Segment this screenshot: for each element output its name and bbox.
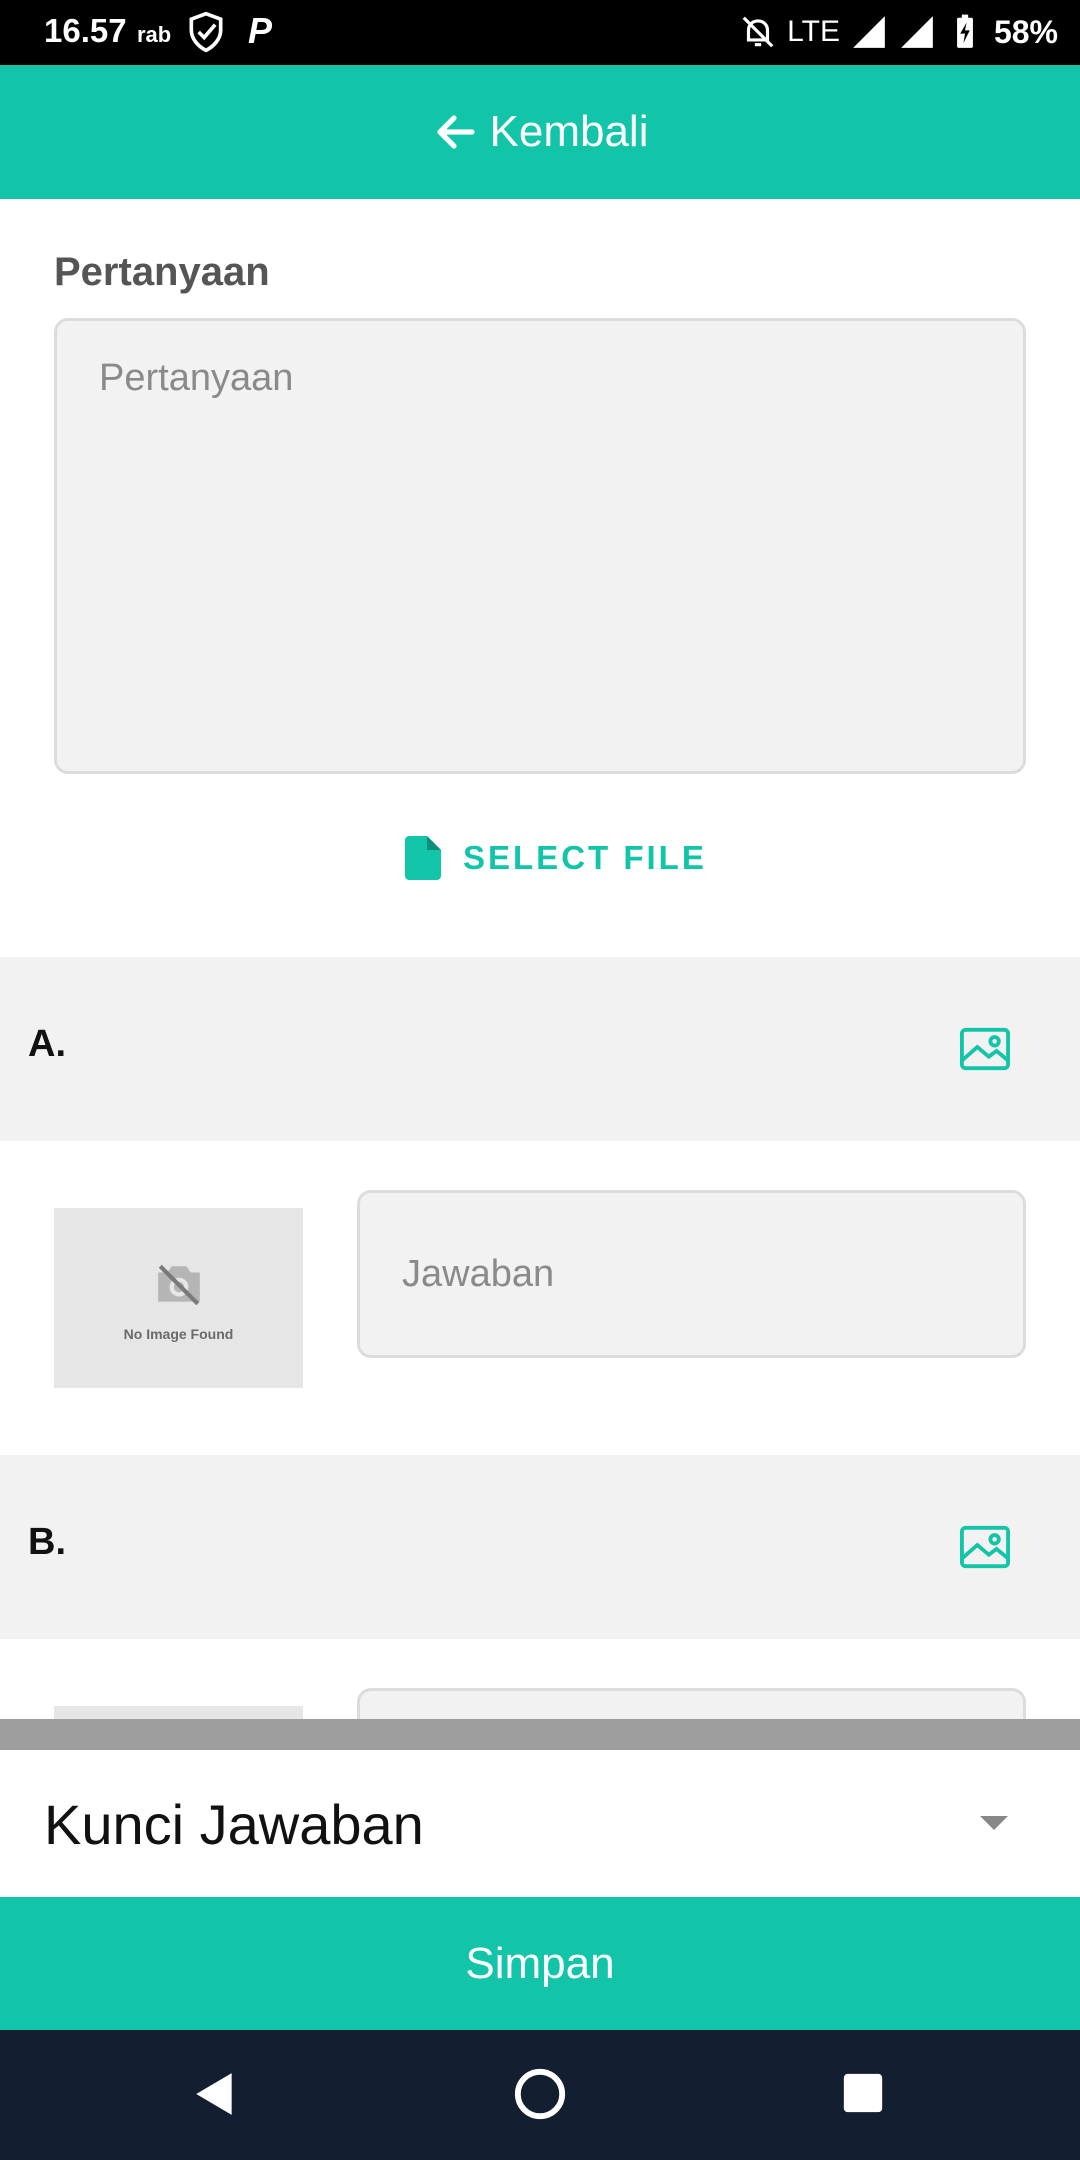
answer-key-label: Kunci Jawaban (44, 1793, 424, 1856)
question-input[interactable] (54, 318, 1026, 774)
signal-icon-2 (901, 16, 933, 48)
carrier-p-icon: P (248, 10, 273, 51)
system-nav-bar (0, 2030, 1080, 2160)
signal-icon (853, 16, 885, 48)
nav-back-icon[interactable] (190, 2068, 240, 2120)
image-icon[interactable] (960, 1525, 1010, 1569)
arrow-left-icon (436, 115, 475, 149)
option-b-header: B. (0, 1455, 1080, 1639)
option-a-thumbnail: No Image Found (54, 1208, 303, 1388)
status-bar: 16.57 rab P LTE 58% (0, 0, 1080, 65)
network-type: LTE (787, 15, 840, 48)
file-icon (405, 836, 441, 880)
status-time: 16.57 (44, 12, 127, 49)
answer-input[interactable] (357, 1190, 1026, 1358)
shield-check-icon (189, 11, 223, 53)
nav-recent-icon[interactable] (840, 2070, 886, 2116)
select-file-label: SELECT FILE (463, 839, 707, 876)
back-button[interactable]: Kembali (0, 65, 1080, 199)
option-b-thumbnail (54, 1706, 303, 1719)
option-letter: A. (28, 1023, 66, 1065)
answer-key-dropdown[interactable]: Kunci Jawaban (0, 1750, 1080, 1897)
back-label: Kembali (489, 107, 649, 156)
image-icon[interactable] (960, 1027, 1010, 1071)
no-image-text: No Image Found (123, 1326, 234, 1342)
option-a-header: A. (0, 957, 1080, 1141)
no-camera-icon (158, 1264, 200, 1306)
caret-down-icon (980, 1816, 1008, 1830)
nav-home-icon[interactable] (512, 2066, 568, 2122)
select-file-button[interactable]: SELECT FILE (405, 836, 707, 880)
bottom-divider (0, 1719, 1080, 1750)
option-letter: B. (28, 1521, 66, 1563)
status-day: rab (137, 22, 172, 47)
battery-charging-icon (957, 14, 973, 48)
save-button[interactable]: Simpan (0, 1897, 1080, 2030)
status-right-group: LTE 58% (739, 10, 1058, 54)
question-label: Pertanyaan (54, 250, 270, 294)
notifications-off-icon (742, 16, 774, 48)
battery-percent: 58% (993, 13, 1058, 50)
